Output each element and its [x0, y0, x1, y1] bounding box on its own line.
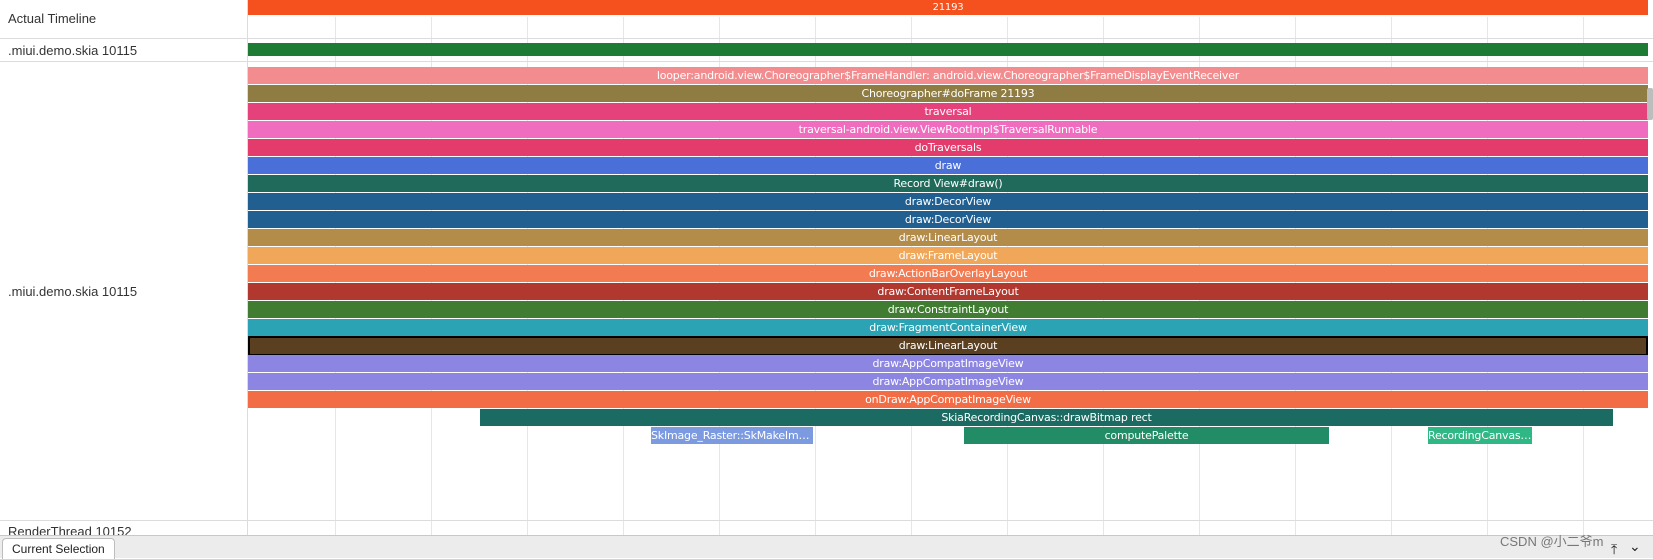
slice-draw-decorview[interactable]: draw:DecorView — [248, 193, 1648, 210]
slice-recordingcanvas[interactable]: RecordingCanvas::... — [1428, 427, 1532, 444]
track-divider — [0, 61, 1653, 62]
tab-current-selection[interactable]: Current Selection — [2, 538, 115, 559]
bottom-panel-bar: Current Selection — [0, 535, 1653, 559]
pin-icon[interactable]: ⤒ — [1611, 541, 1617, 558]
track-divider — [0, 520, 1653, 521]
watermark: CSDN @小二爷m — [1500, 534, 1604, 549]
slice-compute-palette[interactable]: computePalette — [964, 427, 1329, 444]
vertical-scrollbar[interactable] — [1647, 88, 1653, 120]
slice-draw-linearlayout[interactable]: draw:LinearLayout — [248, 229, 1648, 246]
slice-draw-appcompatimageview[interactable]: draw:AppCompatImageView — [248, 355, 1648, 372]
slice-draw-contentframelayout[interactable]: draw:ContentFrameLayout — [248, 283, 1648, 300]
track-divider — [0, 38, 1653, 39]
track-label-main-thread-top[interactable]: .miui.demo.skia 10115 — [0, 39, 247, 61]
slice-choreographer-doframe[interactable]: Choreographer#doFrame 21193 — [248, 85, 1648, 102]
slice-draw-decorview[interactable]: draw:DecorView — [248, 211, 1648, 228]
slice-do-traversals[interactable]: doTraversals — [248, 139, 1648, 156]
slice-record-view-draw[interactable]: Record View#draw() — [248, 175, 1648, 192]
slice-draw-constraintlayout[interactable]: draw:ConstraintLayout — [248, 301, 1648, 318]
slice-looper[interactable]: looper:android.view.Choreographer$FrameH… — [248, 67, 1648, 84]
slice-draw-appcompatimageview[interactable]: draw:AppCompatImageView — [248, 373, 1648, 390]
chevron-down-icon[interactable]: ⌄ — [1629, 538, 1641, 555]
slice-draw-framelayout[interactable]: draw:FrameLayout — [248, 247, 1648, 264]
actual-timeline-slice[interactable]: 21193 — [248, 0, 1648, 15]
track-label-main-thread[interactable]: .miui.demo.skia 10115 — [0, 62, 247, 521]
slice-traversal-runnable[interactable]: traversal-android.view.ViewRootImpl$Trav… — [248, 121, 1648, 138]
slice-draw-actionbaroverlaylayout[interactable]: draw:ActionBarOverlayLayout — [248, 265, 1648, 282]
slice-traversal[interactable]: traversal — [248, 103, 1648, 120]
slice-skimage-raster[interactable]: SkImage_Raster::SkMakeImag... — [651, 427, 813, 444]
frame-bar[interactable] — [248, 43, 1648, 56]
slice-draw-fragmentcontainerview[interactable]: draw:FragmentContainerView — [248, 319, 1648, 336]
slice-skiarecordingcanvas-drawbitmap[interactable]: SkiaRecordingCanvas::drawBitmap rect — [480, 409, 1613, 426]
slice-ondraw-appcompatimageview[interactable]: onDraw:AppCompatImageView — [248, 391, 1648, 408]
slice-draw[interactable]: draw — [248, 157, 1648, 174]
slice-draw-linearlayout-selected[interactable]: draw:LinearLayout — [248, 336, 1648, 356]
track-label-actual-timeline[interactable]: Actual Timeline — [0, 0, 247, 36]
